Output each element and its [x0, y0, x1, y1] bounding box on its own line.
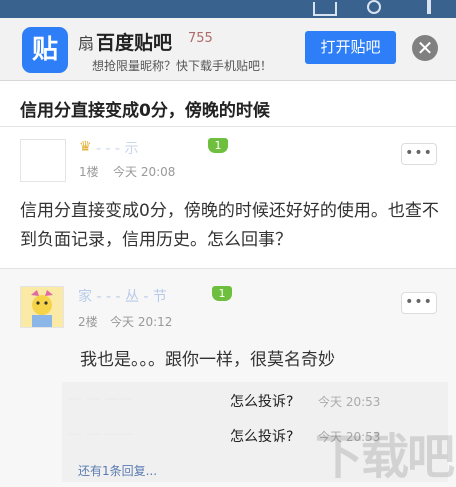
banner-faint-number: 755 [188, 31, 213, 46]
level-badge: 1 [212, 286, 232, 301]
sub-reply-username[interactable]: — — —— [68, 391, 208, 407]
banner-title: 百度贴吧 [96, 32, 173, 54]
post-content: 信用分直接变成0分，傍晚的时候还好好的使用。也查不到负面记录，信用历史。怎么回事… [20, 201, 439, 250]
status-bar [0, 0, 456, 18]
avatar[interactable] [20, 286, 64, 328]
banner-faint-text: 扇 [78, 34, 95, 53]
search-icon[interactable] [367, 0, 381, 14]
close-icon[interactable]: ✕ [412, 35, 438, 61]
sub-reply-text: 怎么投诉? [230, 394, 294, 410]
watermark: 下载吧 [315, 429, 455, 485]
menu-icon[interactable] [427, 0, 431, 14]
sub-reply-time: 今天 20:53 [318, 395, 381, 409]
more-replies-link[interactable]: 还有1条回复... [78, 462, 157, 479]
crown-icon: ♛ [79, 139, 92, 155]
divider [0, 268, 456, 269]
post-time: 今天 20:12 [110, 315, 173, 329]
floor-number: 2楼 [78, 315, 98, 329]
app-download-banner: 贴 扇 百度贴吧 755 想抢限量昵称？快下载手机贴吧！ 打开贴吧 ✕ [0, 18, 456, 81]
window-icon[interactable] [313, 2, 337, 16]
post-title: 信用分直接变成0分，傍晚的时候 [20, 101, 270, 121]
sub-reply-text: 怎么投诉? [230, 429, 294, 445]
level-badge: 1 [208, 138, 228, 153]
avatar[interactable] [20, 139, 66, 182]
more-options-button[interactable]: ••• [401, 143, 437, 165]
sub-reply-username[interactable]: — — —— [68, 426, 213, 442]
divider [0, 126, 456, 127]
post-time: 今天 20:08 [113, 165, 176, 179]
banner-subtitle: 想抢限量昵称？快下载手机贴吧！ [92, 59, 273, 73]
open-tieba-button[interactable]: 打开贴吧 [305, 31, 396, 64]
username[interactable]: - - - 示 [96, 138, 201, 156]
more-options-button[interactable]: ••• [401, 292, 437, 314]
cartoon-avatar-icon [21, 287, 63, 327]
reply-content: 我也是。。。跟你一样，很莫名奇妙 [80, 350, 335, 370]
tieba-logo-icon: 贴 [22, 27, 68, 73]
floor-number: 1楼 [79, 165, 99, 179]
username[interactable]: 家 - - - 丛 - 节 [78, 286, 203, 304]
